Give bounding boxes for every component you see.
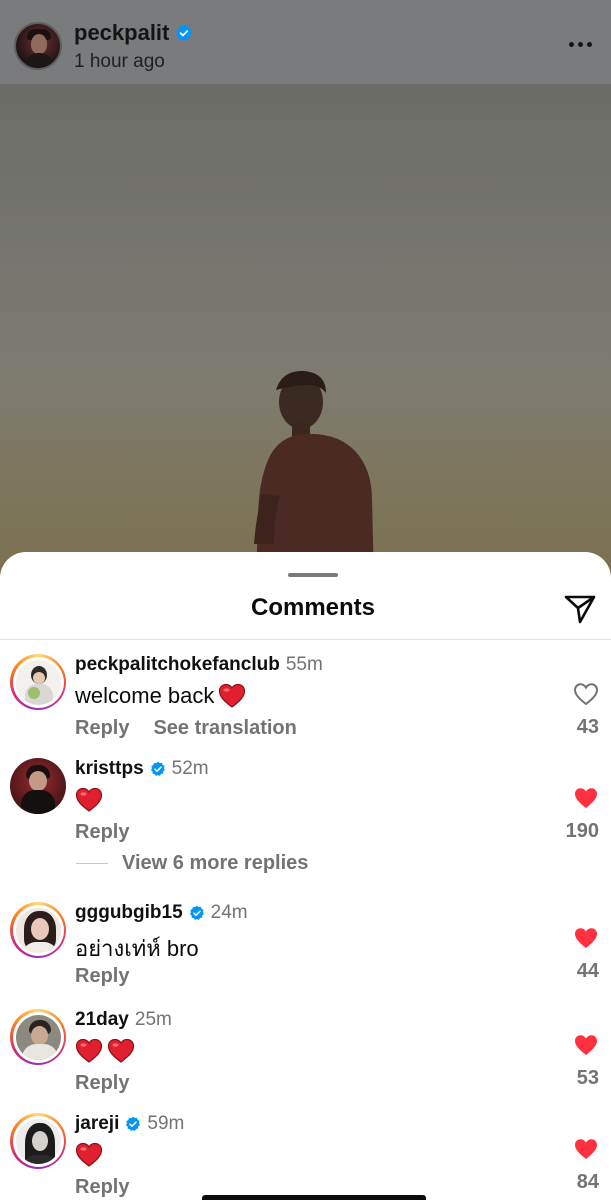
comment-time: 55m (285, 654, 323, 675)
comment-text-row (75, 1142, 103, 1168)
commenter-avatar[interactable] (10, 654, 66, 710)
post-photo[interactable] (0, 84, 611, 584)
heart-outline-icon[interactable] (573, 682, 599, 706)
replies-thread-line (76, 863, 108, 864)
more-options-icon[interactable] (565, 34, 595, 54)
red-heart-emoji (75, 1142, 103, 1167)
sheet-drag-handle[interactable] (288, 573, 338, 577)
view-more-replies-button[interactable]: View 6 more replies (76, 852, 308, 875)
comment-header: 21day 25m (75, 1009, 172, 1031)
reply-button[interactable]: Reply (75, 1072, 129, 1095)
like-count: 43 (576, 716, 599, 738)
like-count: 53 (576, 1067, 599, 1089)
comment-text-row (75, 787, 103, 813)
comment-time: 25m (134, 1009, 172, 1030)
comment-actions: Reply See translation (75, 717, 297, 740)
commenter-avatar[interactable] (10, 758, 66, 814)
reply-button[interactable]: Reply (75, 821, 129, 844)
reply-button[interactable]: Reply (75, 965, 129, 988)
commenter-username[interactable]: peckpalitchokefanclub (75, 654, 280, 676)
comment-time: 24m (210, 902, 248, 923)
comment-actions: Reply (75, 965, 129, 988)
comment-header: jareji 59m (75, 1113, 184, 1135)
comment-actions: Reply (75, 1072, 129, 1095)
sheet-divider (0, 639, 611, 640)
post-author-username-row[interactable]: peckpalit (74, 20, 193, 46)
comment-text-row (75, 1038, 135, 1064)
commenter-avatar[interactable] (10, 902, 66, 958)
heart-filled-icon[interactable] (573, 1033, 599, 1057)
post-timestamp: 1 hour ago (74, 51, 165, 72)
post-author-username[interactable]: peckpalit (74, 20, 169, 46)
reply-button[interactable]: Reply (75, 1176, 129, 1199)
red-heart-emoji (75, 1038, 103, 1063)
comment-header: kristtps 52m (75, 758, 209, 780)
comment-time: 52m (171, 758, 209, 779)
like-count: 190 (565, 820, 599, 842)
comment-actions: Reply (75, 821, 129, 844)
like-count: 84 (576, 1171, 599, 1193)
red-heart-emoji (75, 787, 103, 812)
share-paper-plane-icon[interactable] (562, 590, 598, 626)
commenter-avatar[interactable] (10, 1009, 66, 1065)
see-translation-button[interactable]: See translation (153, 717, 296, 740)
commenter-username[interactable]: kristtps (75, 758, 144, 780)
verified-badge-icon (176, 24, 193, 41)
comment-header: gggubgib15 24m (75, 902, 248, 924)
verified-badge-icon (189, 905, 204, 920)
heart-filled-icon[interactable] (573, 1137, 599, 1161)
heart-filled-icon[interactable] (573, 926, 599, 950)
comment-time: 59m (147, 1113, 185, 1134)
comment-text-row: welcome back (75, 683, 246, 709)
comment-text: อย่างเท่ห์ bro (75, 936, 199, 961)
silhouette-figure (254, 370, 374, 580)
commenter-username[interactable]: gggubgib15 (75, 902, 183, 924)
post-author-avatar[interactable] (14, 22, 62, 70)
verified-badge-icon (126, 1116, 141, 1131)
commenter-username[interactable]: jareji (75, 1113, 119, 1135)
comment-header: peckpalitchokefanclub 55m (75, 654, 323, 676)
like-count: 44 (576, 960, 599, 982)
home-indicator[interactable] (202, 1195, 426, 1200)
commenter-username[interactable]: 21day (75, 1009, 129, 1031)
heart-filled-icon[interactable] (573, 786, 599, 810)
reply-button[interactable]: Reply (75, 717, 129, 740)
commenter-avatar[interactable] (10, 1113, 66, 1169)
view-more-replies-label: View 6 more replies (122, 852, 309, 874)
comment-text-row: อย่างเท่ห์ bro (75, 931, 199, 966)
comments-title: Comments (250, 594, 376, 621)
post-header: peckpalit 1 hour ago (0, 0, 611, 84)
red-heart-emoji (107, 1038, 135, 1063)
comment-actions: Reply (75, 1176, 129, 1199)
comments-sheet: Comments peckpalitchokefanclub 55m welco… (0, 552, 611, 1200)
verified-badge-icon (150, 761, 165, 776)
red-heart-emoji (219, 683, 246, 708)
comment-text: welcome back (75, 683, 215, 708)
